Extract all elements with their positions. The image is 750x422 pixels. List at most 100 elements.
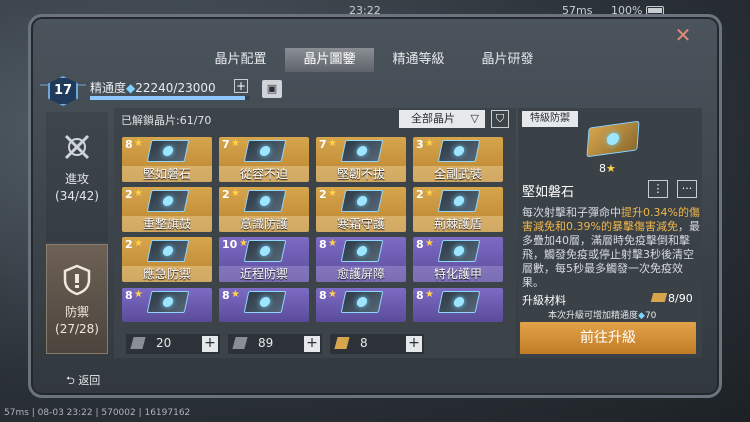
chip-card[interactable]: 2 ★ 荊棘護盾 xyxy=(413,187,503,232)
mastery-plus-button[interactable]: + xyxy=(234,79,248,93)
crossed-swords-icon xyxy=(64,134,90,160)
tab-chip-codex[interactable]: 晶片圖鑒 xyxy=(285,48,374,72)
chip-image xyxy=(243,190,287,212)
chip-name: 意識防護 xyxy=(219,216,309,232)
chip-card[interactable]: 8 ★ xyxy=(316,288,406,322)
upgrade-note-text: 本次升級可增加精通度 xyxy=(548,311,639,321)
star-icon: ★ xyxy=(328,138,337,149)
chip-name: 重整旗鼓 xyxy=(122,216,212,232)
chip-image xyxy=(340,140,384,162)
category-attack[interactable]: 進攻 (34/42) xyxy=(46,112,108,242)
upgrade-note: 本次升級可增加精通度◆70 xyxy=(548,308,656,321)
chip-level: 8 xyxy=(222,289,230,302)
tab-chip-research[interactable]: 晶片研發 xyxy=(463,48,552,72)
close-button[interactable]: ✕ xyxy=(672,24,694,46)
material-counter-3-add-button[interactable]: + xyxy=(406,336,422,352)
chip-level: 8 xyxy=(319,289,327,302)
chip-name: 荊棘護盾 xyxy=(413,216,503,232)
chip-image xyxy=(146,190,190,212)
mastery-value: 22240/23000 xyxy=(135,81,216,95)
star-icon: ★ xyxy=(606,162,616,175)
chip-name: 堅韌不拔 xyxy=(316,166,406,182)
chip-description: 每次射擊和子彈命中提升0.34%的傷害減免和0.39%的暴擊傷害減免，最多疊加4… xyxy=(522,206,702,290)
tab-mastery-level[interactable]: 精通等級 xyxy=(374,48,463,72)
chip-image xyxy=(243,291,287,313)
mastery-progress-fill xyxy=(90,96,245,100)
unlocked-count: 已解鎖晶片:61/70 xyxy=(121,114,212,127)
star-icon: ★ xyxy=(231,289,240,300)
chip-image xyxy=(243,240,287,262)
upgrade-material-value: 8/90 xyxy=(668,292,693,305)
star-icon: ★ xyxy=(239,238,248,249)
back-arrow-icon: ⮌ xyxy=(66,374,79,387)
category-attack-count: (34/42) xyxy=(55,189,99,203)
chip-name: 愈護屏障 xyxy=(316,266,406,282)
go-upgrade-button[interactable]: 前往升級 xyxy=(520,322,696,354)
chip-name: 堅如磐石 xyxy=(122,166,212,182)
chip-image xyxy=(243,140,287,162)
category-defense-count: (27/28) xyxy=(55,322,99,336)
back-label: 返回 xyxy=(78,374,101,387)
material-counter-1-value: 20 xyxy=(156,336,172,350)
desc-part-1: 每次射擊和子彈命中 xyxy=(522,206,621,219)
chip-level: 8 xyxy=(125,138,133,151)
more-icon: ··· xyxy=(681,182,693,195)
back-button[interactable]: ⮌ 返回 xyxy=(66,372,100,391)
chip-card[interactable]: 8 ★ xyxy=(219,288,309,322)
chip-card[interactable]: 8 ★ 特化護甲 xyxy=(413,237,503,282)
chip-detail-level-value: 8 xyxy=(599,162,606,175)
gold-material-icon xyxy=(650,293,668,302)
filter-icon: ⛉ xyxy=(495,112,505,125)
mastery-label: 精通度◆22240/23000 xyxy=(90,79,216,96)
chip-card[interactable]: 7 ★ 堅韌不拔 xyxy=(316,137,406,182)
chip-filter-dropdown[interactable]: 全部晶片 ▽ xyxy=(399,110,485,128)
chip-name: 特化護甲 xyxy=(413,266,503,282)
gallery-button[interactable]: ▣ xyxy=(262,80,282,98)
chip-card[interactable]: 2 ★ 意識防護 xyxy=(219,187,309,232)
chip-card[interactable]: 2 ★ 應急防禦 xyxy=(122,237,212,282)
chip-image xyxy=(146,240,190,262)
tab-chip-config[interactable]: 晶片配置 xyxy=(196,48,285,72)
tab-bar: 晶片配置 晶片圖鑒 精通等級 晶片研發 xyxy=(196,48,552,72)
chip-level: 3 xyxy=(416,138,424,151)
star-icon: ★ xyxy=(328,289,337,300)
chip-level: 8 xyxy=(125,289,133,302)
chip-card[interactable]: 8 ★ xyxy=(122,288,212,322)
chip-card[interactable]: 8 ★ 堅如磐石 xyxy=(122,137,212,182)
chip-card[interactable]: 2 ★ 重整旗鼓 xyxy=(122,187,212,232)
chip-tree-button[interactable]: ⋮ xyxy=(648,180,668,198)
mastery-gem-icon: ◆ xyxy=(638,311,645,321)
chip-image xyxy=(437,240,481,262)
chip-detail-level: 8★ xyxy=(599,162,616,175)
chip-name: 從容不迫 xyxy=(219,166,309,182)
mastery-gem-icon: ◆ xyxy=(126,81,136,95)
chip-image xyxy=(437,140,481,162)
chip-card[interactable]: 10 ★ 近程防禦 xyxy=(219,237,309,282)
chip-name: 寒霜守護 xyxy=(316,216,406,232)
chip-more-button[interactable]: ··· xyxy=(677,180,697,198)
material-counter-2-add-button[interactable]: + xyxy=(304,336,320,352)
close-icon: ✕ xyxy=(674,23,692,47)
chip-card[interactable]: 2 ★ 寒霜守護 xyxy=(316,187,406,232)
star-icon: ★ xyxy=(231,138,240,149)
material-counter-1-add-button[interactable]: + xyxy=(202,336,218,352)
chip-card[interactable]: 8 ★ 愈護屏障 xyxy=(316,237,406,282)
upgrade-material-count: 8/90 xyxy=(650,292,693,305)
chip-name: 近程防禦 xyxy=(219,266,309,282)
star-icon: ★ xyxy=(425,138,434,149)
chip-image xyxy=(340,291,384,313)
chip-level: 2 xyxy=(416,188,424,201)
chip-level: 2 xyxy=(319,188,327,201)
category-defense[interactable]: 防禦 (27/28) xyxy=(46,244,108,354)
star-icon: ★ xyxy=(425,289,434,300)
filter-button[interactable]: ⛉ xyxy=(491,110,509,128)
chip-card[interactable]: 8 ★ xyxy=(413,288,503,322)
material-counter-3-value: 8 xyxy=(360,336,368,350)
chip-name: 全副武裝 xyxy=(413,166,503,182)
category-defense-label: 防禦 xyxy=(64,305,89,319)
chip-image xyxy=(340,190,384,212)
chip-card[interactable]: 7 ★ 從容不迫 xyxy=(219,137,309,182)
chip-image xyxy=(437,190,481,212)
chip-card[interactable]: 3 ★ 全副武裝 xyxy=(413,137,503,182)
chip-filter-value: 全部晶片 xyxy=(411,112,455,125)
